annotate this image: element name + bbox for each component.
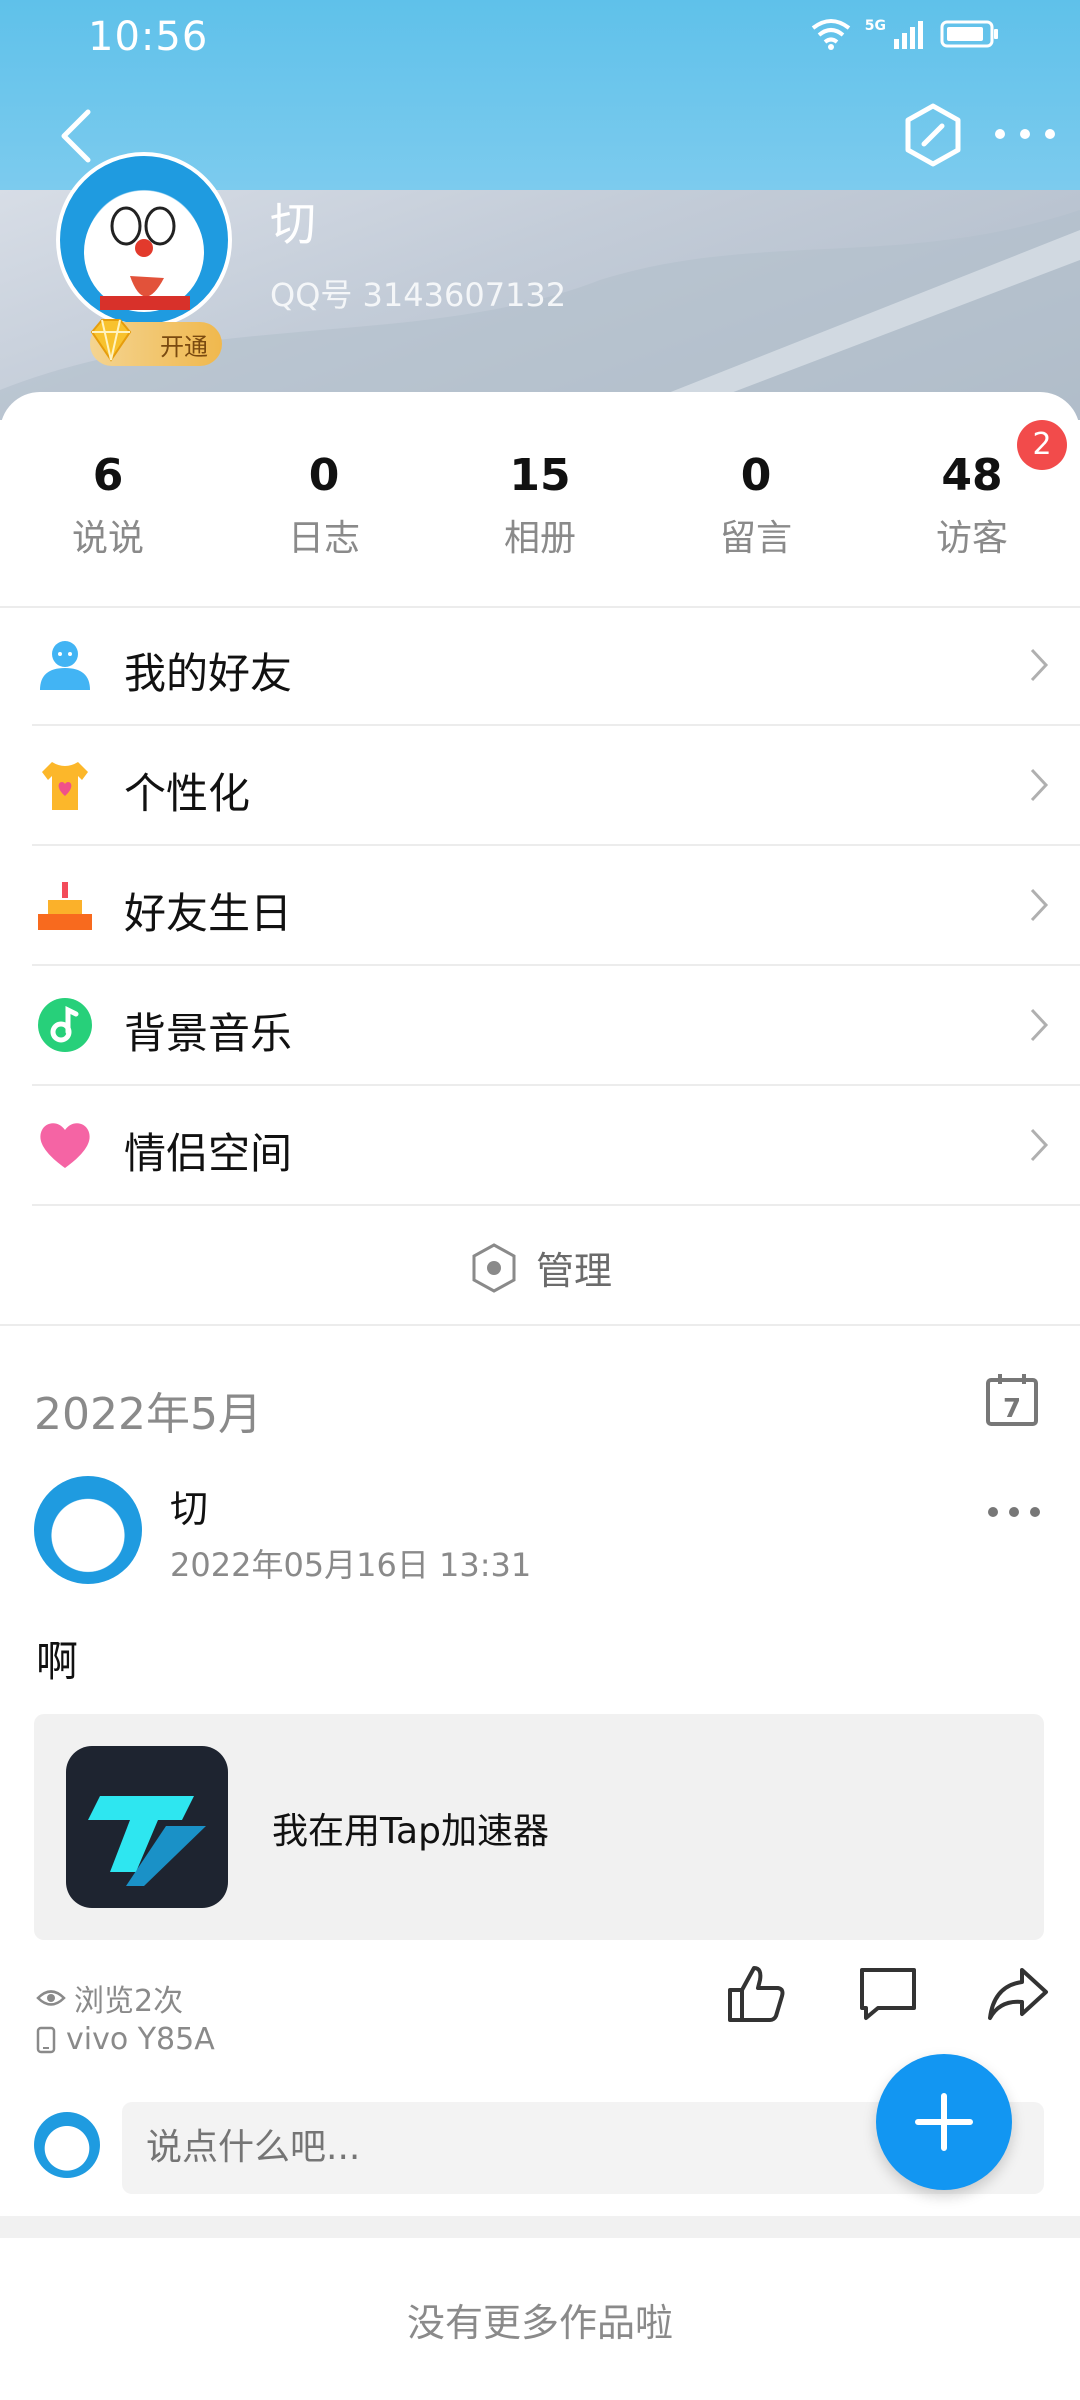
chevron-right-icon bbox=[1030, 1008, 1049, 1042]
friends-icon bbox=[40, 641, 90, 690]
wifi-icon bbox=[811, 19, 850, 50]
share-button[interactable] bbox=[986, 1962, 1050, 2026]
chevron-right-icon bbox=[1030, 768, 1049, 802]
stat-xiangce[interactable]: 15 相册 bbox=[460, 450, 620, 561]
month-header: 2022年5月 bbox=[34, 1389, 262, 1440]
dot-icon bbox=[988, 1507, 998, 1517]
profile-name: 切 bbox=[270, 197, 316, 251]
menu-label: 背景音乐 bbox=[124, 1009, 293, 1058]
stat-fangke[interactable]: 48 访客 bbox=[892, 450, 1052, 561]
menu-item-friends[interactable]: 我的好友 bbox=[32, 606, 1080, 726]
manage-button[interactable]: 管理 bbox=[0, 1206, 1080, 1326]
vip-label: 开通 bbox=[160, 332, 208, 361]
heart-icon bbox=[40, 1123, 90, 1168]
post-author[interactable]: 切 bbox=[170, 1478, 208, 1533]
cake-icon bbox=[38, 882, 92, 930]
calendar-button[interactable]: 7 bbox=[984, 1372, 1040, 1428]
post-actions bbox=[724, 1962, 1050, 2026]
diamond-icon bbox=[90, 319, 132, 362]
hexagon-icon bbox=[905, 103, 961, 167]
more-options-button[interactable] bbox=[995, 112, 1055, 156]
section-divider bbox=[0, 2216, 1080, 2238]
menu-list: 我的好友 个性化 好友生日 背景音乐 情侣空间 bbox=[0, 606, 1080, 1206]
menu-item-couple[interactable]: 情侣空间 bbox=[32, 1086, 1080, 1206]
chevron-right-icon bbox=[1030, 888, 1049, 922]
status-icons: 5G bbox=[811, 18, 1000, 50]
status-bar: 10:56 5G bbox=[0, 0, 1080, 80]
vip-badge[interactable]: 开通 bbox=[90, 319, 222, 366]
view-count: 浏览2次 bbox=[36, 1976, 183, 2020]
menu-label: 情侣空间 bbox=[124, 1129, 293, 1178]
dot-icon bbox=[995, 129, 1005, 139]
thumbs-up-icon bbox=[728, 1966, 785, 2022]
battery-icon bbox=[940, 20, 998, 48]
menu-item-birthday[interactable]: 好友生日 bbox=[32, 846, 1080, 966]
post-avatar[interactable] bbox=[34, 1476, 142, 1584]
dot-icon bbox=[1045, 129, 1055, 139]
device-info: vivo Y85A bbox=[36, 2022, 215, 2057]
menu-item-personalize[interactable]: 个性化 bbox=[32, 726, 1080, 846]
post-time: 2022年05月16日 13:31 bbox=[170, 1546, 532, 1584]
avatar[interactable] bbox=[56, 152, 232, 328]
add-post-button[interactable] bbox=[876, 2054, 1012, 2190]
menu-label: 个性化 bbox=[124, 769, 251, 818]
shared-app-text: 我在用Tap加速器 bbox=[272, 1811, 549, 1852]
phone-icon bbox=[36, 2026, 56, 2053]
post-text: 啊 bbox=[36, 1637, 79, 1686]
shared-app-card[interactable]: 我在用Tap加速器 bbox=[34, 1714, 1044, 1940]
chevron-right-icon bbox=[1030, 648, 1049, 682]
qq-number: QQ号 3143607132 bbox=[270, 276, 567, 314]
dot-icon bbox=[1030, 1507, 1040, 1517]
view-count-text: 浏览2次 bbox=[74, 1984, 184, 2019]
calendar-icon: 7 bbox=[986, 1374, 1038, 1426]
menu-label: 我的好友 bbox=[124, 649, 293, 698]
status-time: 10:56 bbox=[88, 14, 209, 60]
menu-label: 好友生日 bbox=[124, 889, 293, 938]
stat-label: 留言 bbox=[719, 518, 792, 559]
post-more-button[interactable] bbox=[988, 1502, 1040, 1522]
signal-icon bbox=[894, 21, 923, 49]
stat-value: 15 bbox=[509, 450, 571, 501]
stat-rizhi[interactable]: 0 日志 bbox=[244, 450, 404, 561]
stat-value: 6 bbox=[92, 450, 124, 501]
stat-liuyan[interactable]: 0 留言 bbox=[676, 450, 836, 561]
share-arrow-icon bbox=[988, 1968, 1048, 2020]
device-text: vivo Y85A bbox=[66, 2022, 215, 2057]
stats-bar: 6 说说 0 日志 15 相册 0 留言 48 访客 2 bbox=[0, 392, 1080, 608]
menu-item-music[interactable]: 背景音乐 bbox=[32, 966, 1080, 1086]
manage-inner: 管理 bbox=[470, 1240, 612, 1295]
hexagon-settings-icon bbox=[472, 1242, 516, 1293]
stat-value: 0 bbox=[740, 450, 772, 501]
manage-label: 管理 bbox=[536, 1249, 613, 1293]
plus-icon bbox=[915, 2093, 973, 2151]
tap-accelerator-app-icon bbox=[66, 1746, 228, 1908]
chevron-right-icon bbox=[1030, 1128, 1049, 1162]
tshirt-icon bbox=[42, 762, 88, 810]
stat-label: 相册 bbox=[503, 518, 576, 559]
hexagon-menu-button[interactable] bbox=[900, 100, 966, 170]
eye-icon bbox=[36, 1990, 66, 2006]
music-icon bbox=[38, 998, 92, 1052]
visitor-badge: 2 bbox=[1017, 420, 1067, 470]
comment-button[interactable] bbox=[856, 1962, 920, 2026]
like-button[interactable] bbox=[724, 1962, 788, 2026]
dot-icon bbox=[1009, 1507, 1019, 1517]
comment-icon bbox=[860, 1968, 916, 2020]
end-of-list-text: 没有更多作品啦 bbox=[406, 2301, 673, 2345]
stat-label: 日志 bbox=[287, 518, 360, 559]
stat-value: 0 bbox=[308, 450, 340, 501]
dot-icon bbox=[1020, 129, 1030, 139]
stat-label: 说说 bbox=[71, 518, 144, 559]
network-type: 5G bbox=[864, 18, 886, 34]
stat-label: 访客 bbox=[935, 518, 1008, 559]
calendar-day: 7 bbox=[1003, 1394, 1021, 1424]
stat-shuoshuo[interactable]: 6 说说 bbox=[28, 450, 188, 561]
commenter-avatar bbox=[34, 2112, 100, 2178]
